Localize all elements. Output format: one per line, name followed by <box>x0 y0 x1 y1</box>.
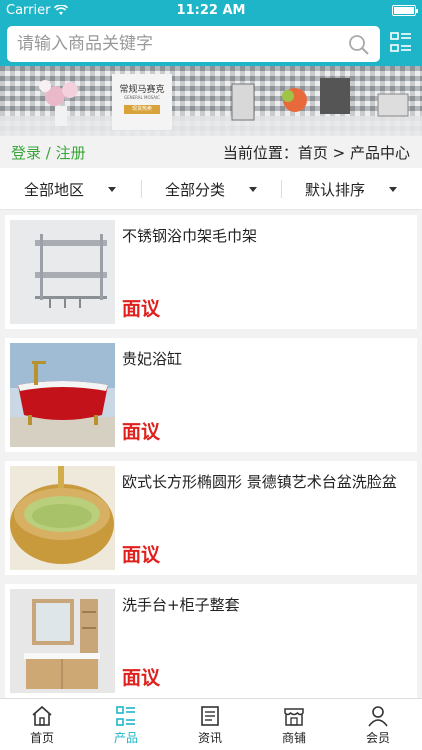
search-input[interactable] <box>17 26 347 62</box>
search-icon[interactable] <box>348 34 370 56</box>
tab-member-label: 会员 <box>365 731 390 745</box>
product-image-towel-rack <box>10 220 115 324</box>
status-bar: Carrier 11:22 AM <box>0 0 422 22</box>
battery-icon <box>392 5 418 16</box>
product-title[interactable]: 贵妃浴缸 <box>122 349 412 369</box>
product-grid-icon <box>116 706 135 726</box>
shop-icon <box>284 708 304 726</box>
caret-down-icon <box>249 186 257 192</box>
filter-category-label: 全部分类 <box>164 180 225 199</box>
home-icon <box>32 705 52 726</box>
login-register: 登录 / 注册 <box>11 142 86 163</box>
filter-sort[interactable]: 默认排序 <box>281 168 421 210</box>
product-image-vanity-cabinet <box>10 589 115 693</box>
product-image-bathtub <box>10 343 115 447</box>
product-title[interactable]: 洗手台+柜子整套 <box>122 595 412 615</box>
clock: 11:22 AM <box>176 3 246 18</box>
bottom-tab-bar: 首页 产品 资讯 商铺 会员 <box>0 698 422 750</box>
product-card[interactable]: 不锈钢浴巾架毛巾架 面议 <box>5 215 417 329</box>
tab-products-label: 产品 <box>113 731 138 745</box>
news-icon <box>201 706 219 726</box>
banner-brand-subtitle: GENERAL MOSAIC <box>124 95 160 100</box>
banner-brand-button[interactable]: 现货热卖 <box>124 105 160 114</box>
breadcrumb: 登录 / 注册 当前位置：首页 > 产品中心 <box>0 136 422 168</box>
filter-region[interactable]: 全部地区 <box>0 168 140 210</box>
tab-member[interactable]: 会员 <box>336 699 420 750</box>
filter-category[interactable]: 全部分类 <box>141 168 281 210</box>
product-card[interactable]: 欧式长方形椭圆形 景德镇艺术台盆洗脸盆 面议 <box>5 461 417 575</box>
product-title[interactable]: 欧式长方形椭圆形 景德镇艺术台盆洗脸盆 <box>122 472 412 492</box>
tab-shop[interactable]: 商铺 <box>252 699 336 750</box>
product-price: 面议 <box>122 298 161 320</box>
tab-home-label: 首页 <box>29 731 54 745</box>
product-title[interactable]: 不锈钢浴巾架毛巾架 <box>122 226 412 246</box>
caret-down-icon <box>108 186 116 192</box>
member-icon <box>368 706 388 727</box>
product-price: 面议 <box>122 667 161 689</box>
login-link[interactable]: 登录 <box>11 144 41 162</box>
search-box[interactable] <box>7 26 380 62</box>
product-price: 面议 <box>122 421 161 443</box>
filter-bar: 全部地区 全部分类 默认排序 <box>0 168 422 210</box>
tab-news[interactable]: 资讯 <box>168 699 252 750</box>
search-header <box>0 22 422 66</box>
filter-sort-label: 默认排序 <box>304 180 365 199</box>
tab-shop-label: 商铺 <box>281 731 306 745</box>
register-link[interactable]: 注册 <box>56 144 86 162</box>
product-card[interactable]: 贵妃浴缸 面议 <box>5 338 417 452</box>
tab-news-label: 资讯 <box>197 731 222 745</box>
filter-region-label: 全部地区 <box>23 180 84 199</box>
promo-banner[interactable]: 常规马赛克 GENERAL MOSAIC 现货热卖 <box>0 66 422 136</box>
product-price: 面议 <box>122 544 161 566</box>
category-menu-icon[interactable] <box>390 31 412 55</box>
banner-image <box>0 66 422 136</box>
login-separator: / <box>45 144 51 162</box>
banner-brand-title: 常规马赛克 <box>119 85 165 95</box>
caret-down-icon <box>389 186 397 192</box>
current-position: 当前位置：首页 > 产品中心 <box>222 144 410 162</box>
product-image-art-basin <box>10 466 115 570</box>
tab-products[interactable]: 产品 <box>84 699 168 750</box>
tab-home[interactable]: 首页 <box>0 699 84 750</box>
product-card[interactable]: 洗手台+柜子整套 面议 <box>5 584 417 698</box>
